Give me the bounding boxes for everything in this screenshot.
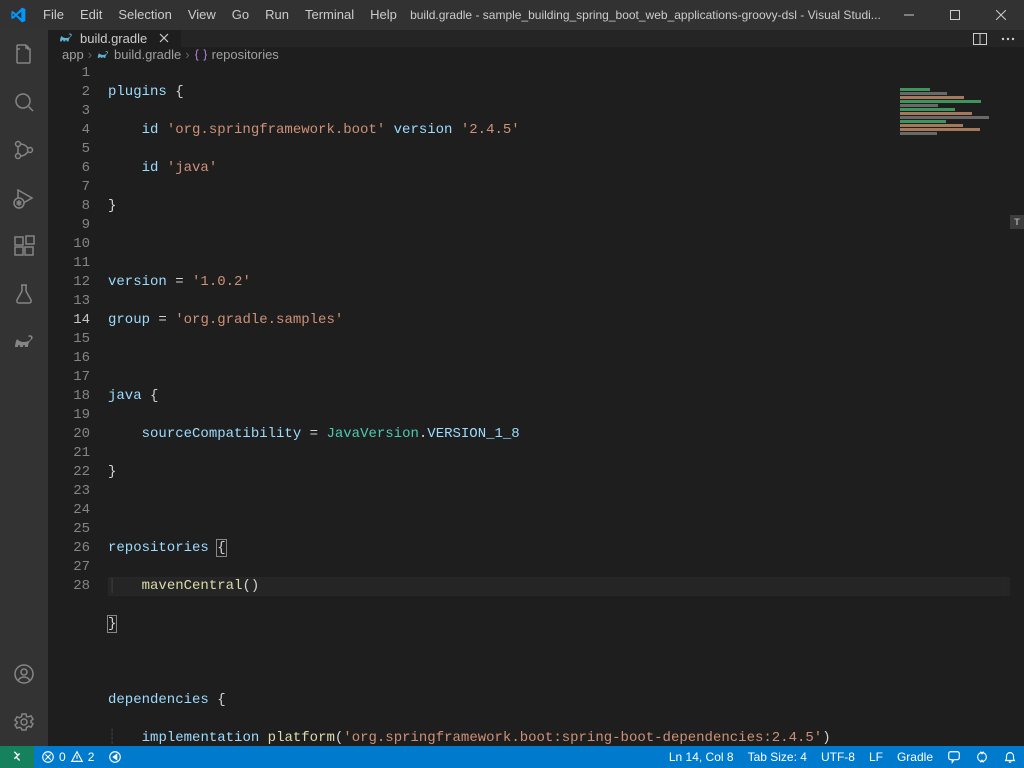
editor-scrollbar[interactable]: T: [1010, 65, 1024, 746]
code-editor[interactable]: 1234567891011121314151617181920212223242…: [48, 62, 1024, 746]
line-number[interactable]: 12: [48, 273, 90, 292]
activity-run-debug-icon[interactable]: [0, 174, 48, 222]
line-number[interactable]: 26: [48, 539, 90, 558]
menu-selection[interactable]: Selection: [110, 0, 179, 30]
menu-file[interactable]: File: [35, 0, 72, 30]
activity-source-control-icon[interactable]: [0, 126, 48, 174]
menu-view[interactable]: View: [180, 0, 224, 30]
line-number[interactable]: 3: [48, 102, 90, 121]
activity-gradle-icon[interactable]: [0, 318, 48, 366]
status-problems[interactable]: 0 2: [34, 746, 101, 768]
breadcrumb-segment[interactable]: repositories: [212, 47, 279, 62]
line-number[interactable]: 2: [48, 83, 90, 102]
code-content[interactable]: plugins { id 'org.springframework.boot' …: [108, 62, 1024, 746]
activity-explorer-icon[interactable]: [0, 30, 48, 78]
activity-settings-icon[interactable]: [0, 698, 48, 746]
menu-terminal[interactable]: Terminal: [297, 0, 362, 30]
activity-bar: [0, 30, 48, 746]
statusbar: 0 2 Ln 14, Col 8 Tab Size: 4 UTF-8 LF Gr…: [0, 746, 1024, 768]
gradle-file-icon: [58, 30, 74, 46]
window-minimize-button[interactable]: [886, 0, 932, 30]
line-number[interactable]: 28: [48, 577, 90, 596]
line-number[interactable]: 15: [48, 330, 90, 349]
symbol-namespace-icon: [194, 48, 208, 62]
line-number[interactable]: 14: [48, 311, 90, 330]
line-number[interactable]: 25: [48, 520, 90, 539]
line-number[interactable]: 24: [48, 501, 90, 520]
status-encoding[interactable]: UTF-8: [814, 746, 862, 768]
breadcrumb[interactable]: app › build.gradle › repositories: [48, 47, 1024, 62]
line-number[interactable]: 10: [48, 235, 90, 254]
gradle-file-icon: [96, 48, 110, 62]
editor-tabs: build.gradle: [48, 30, 1024, 47]
line-number[interactable]: 9: [48, 216, 90, 235]
window-close-button[interactable]: [978, 0, 1024, 30]
activity-accounts-icon[interactable]: [0, 650, 48, 698]
tab-build-gradle[interactable]: build.gradle: [48, 30, 182, 47]
error-count: 0: [59, 750, 66, 764]
status-indentation[interactable]: Tab Size: 4: [741, 746, 814, 768]
tab-label: build.gradle: [80, 31, 147, 46]
status-sync-icon[interactable]: [968, 746, 996, 768]
breadcrumb-segment[interactable]: build.gradle: [114, 47, 181, 62]
status-cursor-position[interactable]: Ln 14, Col 8: [662, 746, 741, 768]
line-number[interactable]: 6: [48, 159, 90, 178]
window-maximize-button[interactable]: [932, 0, 978, 30]
line-number[interactable]: 22: [48, 463, 90, 482]
status-feedback-icon[interactable]: [940, 746, 968, 768]
line-number[interactable]: 1: [48, 64, 90, 83]
chevron-right-icon: ›: [88, 47, 92, 62]
overview-ruler-marker: T: [1010, 215, 1024, 229]
menu-go[interactable]: Go: [224, 0, 257, 30]
line-number[interactable]: 23: [48, 482, 90, 501]
menu-edit[interactable]: Edit: [72, 0, 110, 30]
window-title: build.gradle - sample_building_spring_bo…: [405, 8, 886, 22]
line-number[interactable]: 27: [48, 558, 90, 577]
breadcrumb-segment[interactable]: app: [62, 47, 84, 62]
titlebar: File Edit Selection View Go Run Terminal…: [0, 0, 1024, 30]
vscode-logo-icon: [0, 7, 35, 23]
status-notifications-icon[interactable]: [996, 746, 1024, 768]
line-number-gutter[interactable]: 1234567891011121314151617181920212223242…: [48, 62, 108, 746]
line-number[interactable]: 7: [48, 178, 90, 197]
line-number[interactable]: 20: [48, 425, 90, 444]
activity-extensions-icon[interactable]: [0, 222, 48, 270]
chevron-right-icon: ›: [185, 47, 189, 62]
line-number[interactable]: 16: [48, 349, 90, 368]
line-number[interactable]: 8: [48, 197, 90, 216]
line-number[interactable]: 5: [48, 140, 90, 159]
line-number[interactable]: 21: [48, 444, 90, 463]
more-actions-icon[interactable]: [1000, 31, 1016, 47]
line-number[interactable]: 19: [48, 406, 90, 425]
line-number[interactable]: 4: [48, 121, 90, 140]
status-ports[interactable]: [101, 746, 129, 768]
split-editor-icon[interactable]: [972, 31, 988, 47]
remote-indicator[interactable]: [0, 746, 34, 768]
activity-search-icon[interactable]: [0, 78, 48, 126]
minimap[interactable]: [900, 87, 1010, 167]
window-controls: [886, 0, 1024, 30]
line-number[interactable]: 11: [48, 254, 90, 273]
status-language-mode[interactable]: Gradle: [890, 746, 940, 768]
line-number[interactable]: 13: [48, 292, 90, 311]
menu-help[interactable]: Help: [362, 0, 405, 30]
tab-close-icon[interactable]: [157, 31, 171, 45]
menu-run[interactable]: Run: [257, 0, 297, 30]
warning-count: 2: [88, 750, 95, 764]
activity-testing-icon[interactable]: [0, 270, 48, 318]
line-number[interactable]: 18: [48, 387, 90, 406]
status-eol[interactable]: LF: [862, 746, 890, 768]
main-menu: File Edit Selection View Go Run Terminal…: [35, 0, 405, 30]
line-number[interactable]: 17: [48, 368, 90, 387]
editor-area: build.gradle app › build.gradle: [48, 30, 1024, 746]
main-area: build.gradle app › build.gradle: [0, 30, 1024, 746]
